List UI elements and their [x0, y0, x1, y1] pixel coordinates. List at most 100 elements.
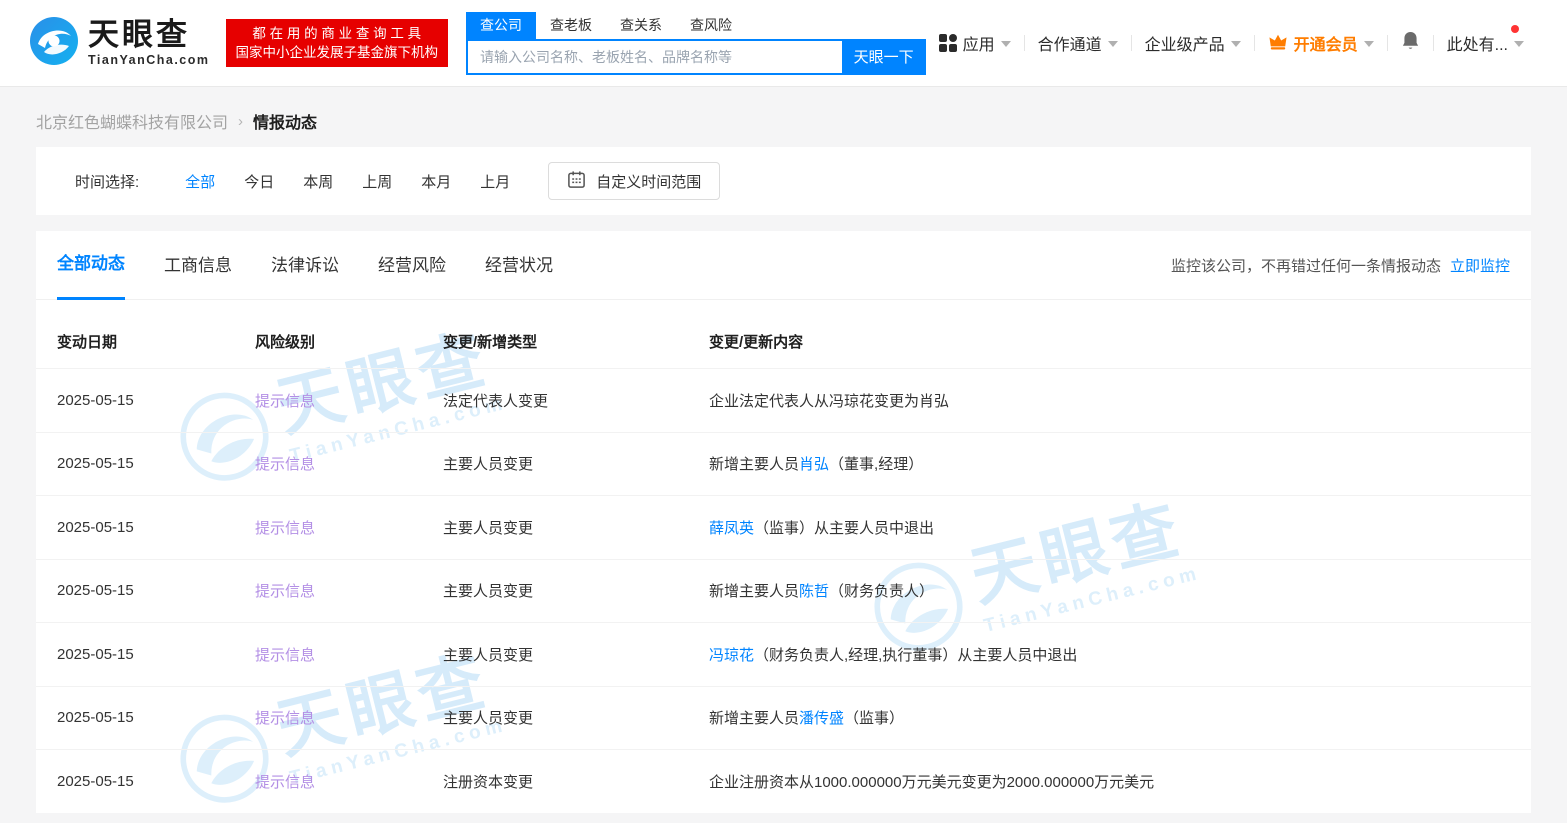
- change-content: 企业注册资本从1000.000000万元美元变更为2000.000000万元美元: [709, 771, 1510, 792]
- tab-operating-risk[interactable]: 经营风险: [378, 231, 446, 300]
- risk-level-tag[interactable]: 提示信息: [255, 710, 315, 727]
- search-tab-relation[interactable]: 查关系: [606, 12, 676, 39]
- person-link[interactable]: 薛凤英: [709, 520, 754, 537]
- bell-icon: [1401, 30, 1420, 56]
- search-tab-boss[interactable]: 查老板: [536, 12, 606, 39]
- change-date: 2025-05-15: [57, 646, 255, 663]
- person-link[interactable]: 冯琼花: [709, 647, 754, 664]
- tianyancha-logo[interactable]: 天眼查 TianYanCha.com: [30, 17, 210, 70]
- nav-enterprise[interactable]: 企业级产品: [1132, 31, 1254, 55]
- change-type: 主要人员变更: [443, 707, 709, 728]
- custom-date-range-button[interactable]: 自定义时间范围: [548, 162, 720, 200]
- person-link[interactable]: 肖弘: [799, 456, 829, 473]
- search-area: 查公司 查老板 查关系 查风险 天眼一下: [466, 12, 926, 75]
- top-bar: 天眼查 TianYanCha.com 都 在 用 的 商 业 查 询 工 具 国…: [0, 0, 1567, 87]
- slogan-line1: 都 在 用 的 商 业 查 询 工 具: [236, 24, 439, 43]
- risk-level-tag[interactable]: 提示信息: [255, 393, 315, 410]
- change-type: 主要人员变更: [443, 453, 709, 474]
- change-content: 新增主要人员潘传盛（监事）: [709, 707, 1510, 728]
- slogan-line2: 国家中小企业发展子基金旗下机构: [236, 43, 439, 62]
- time-option-today[interactable]: 今日: [244, 171, 274, 192]
- risk-level-tag[interactable]: 提示信息: [255, 583, 315, 600]
- table-header: 变动日期 风险级别 变更/新增类型 变更/更新内容: [36, 314, 1531, 368]
- person-link[interactable]: 陈哲: [799, 583, 829, 600]
- activity-card: 天眼查 TianYanCha.com 天眼查 TianYanCha.com 天眼…: [36, 231, 1531, 813]
- tab-all-activity[interactable]: 全部动态: [57, 231, 125, 300]
- time-option-last-week[interactable]: 上周: [362, 171, 392, 192]
- slogan-badge: 都 在 用 的 商 业 查 询 工 具 国家中小企业发展子基金旗下机构: [226, 19, 449, 67]
- person-link[interactable]: 潘传盛: [799, 710, 844, 727]
- table-row: 2025-05-15 提示信息 主要人员变更 冯琼花（财务负责人,经理,执行董事…: [36, 622, 1531, 686]
- change-date: 2025-05-15: [57, 773, 255, 790]
- header-risk-level: 风险级别: [255, 331, 443, 352]
- nav-partner[interactable]: 合作通道: [1025, 31, 1131, 55]
- risk-level-tag[interactable]: 提示信息: [255, 520, 315, 537]
- header-change-content: 变更/更新内容: [709, 331, 1510, 352]
- search-tabs: 查公司 查老板 查关系 查风险: [466, 12, 926, 39]
- nav-apps[interactable]: 应用: [926, 31, 1024, 55]
- nav-enterprise-label: 企业级产品: [1145, 31, 1225, 55]
- chevron-down-icon: [1108, 41, 1118, 47]
- change-type: 主要人员变更: [443, 517, 709, 538]
- table-row: 2025-05-15 提示信息 主要人员变更 新增主要人员潘传盛（监事）: [36, 686, 1531, 750]
- chevron-down-icon: [1231, 41, 1241, 47]
- nav-more[interactable]: 此处有...: [1434, 31, 1537, 55]
- chevron-down-icon: [1001, 41, 1011, 47]
- header-change-type: 变更/新增类型: [443, 331, 709, 352]
- notification-dot: [1511, 25, 1519, 33]
- nav-vip[interactable]: 开通会员: [1255, 31, 1387, 55]
- breadcrumb-separator: ›: [238, 113, 243, 130]
- change-date: 2025-05-15: [57, 455, 255, 472]
- time-option-this-month[interactable]: 本月: [421, 171, 451, 192]
- change-type: 注册资本变更: [443, 771, 709, 792]
- chevron-down-icon: [1514, 41, 1524, 47]
- change-date: 2025-05-15: [57, 582, 255, 599]
- tianyancha-swirl-icon: [30, 17, 78, 70]
- change-date: 2025-05-15: [57, 709, 255, 726]
- monitor-now-link[interactable]: 立即监控: [1450, 255, 1510, 276]
- tab-legal[interactable]: 法律诉讼: [271, 231, 339, 300]
- breadcrumb-company-link[interactable]: 北京红色蝴蝶科技有限公司: [36, 109, 228, 133]
- page-title: 情报动态: [253, 109, 317, 133]
- risk-level-tag[interactable]: 提示信息: [255, 774, 315, 791]
- table-row: 2025-05-15 提示信息 主要人员变更 新增主要人员肖弘（董事,经理）: [36, 432, 1531, 496]
- change-type: 主要人员变更: [443, 580, 709, 601]
- nav-notifications[interactable]: [1388, 30, 1433, 56]
- change-type: 主要人员变更: [443, 644, 709, 665]
- table-row: 2025-05-15 提示信息 主要人员变更 薛凤英（监事）从主要人员中退出: [36, 495, 1531, 559]
- time-option-this-week[interactable]: 本周: [303, 171, 333, 192]
- category-tabs: 全部动态 工商信息 法律诉讼 经营风险 经营状况 监控该公司，不再错过任何一条情…: [36, 231, 1531, 300]
- change-content: 薛凤英（监事）从主要人员中退出: [709, 517, 1510, 538]
- change-date: 2025-05-15: [57, 392, 255, 409]
- table-row: 2025-05-15 提示信息 法定代表人变更 企业法定代表人从冯琼花变更为肖弘: [36, 368, 1531, 432]
- time-option-last-month[interactable]: 上月: [480, 171, 510, 192]
- time-filter-options: 全部 今日 本周 上周 本月 上月: [185, 171, 510, 192]
- custom-range-label: 自定义时间范围: [596, 171, 701, 192]
- apps-grid-icon: [939, 34, 957, 52]
- search-input[interactable]: [466, 39, 842, 75]
- nav-apps-label: 应用: [963, 31, 995, 55]
- brand-domain: TianYanCha.com: [88, 53, 210, 67]
- search-tab-company[interactable]: 查公司: [466, 12, 536, 39]
- nav-more-label: 此处有...: [1447, 31, 1508, 55]
- change-content: 企业法定代表人从冯琼花变更为肖弘: [709, 390, 1510, 411]
- time-option-all[interactable]: 全部: [185, 171, 215, 192]
- crown-icon: [1268, 32, 1288, 55]
- nav-vip-label: 开通会员: [1294, 31, 1358, 55]
- chevron-down-icon: [1364, 41, 1374, 47]
- header-change-date: 变动日期: [57, 331, 255, 352]
- change-date: 2025-05-15: [57, 519, 255, 536]
- risk-level-tag[interactable]: 提示信息: [255, 647, 315, 664]
- change-content: 冯琼花（财务负责人,经理,执行董事）从主要人员中退出: [709, 644, 1510, 665]
- breadcrumb: 北京红色蝴蝶科技有限公司 › 情报动态: [36, 109, 1531, 133]
- change-content: 新增主要人员陈哲（财务负责人）: [709, 580, 1510, 601]
- calendar-icon: [567, 170, 586, 193]
- search-tab-risk[interactable]: 查风险: [676, 12, 746, 39]
- search-button[interactable]: 天眼一下: [842, 39, 926, 75]
- tab-operating-status[interactable]: 经营状况: [485, 231, 553, 300]
- change-content: 新增主要人员肖弘（董事,经理）: [709, 453, 1510, 474]
- tab-business-info[interactable]: 工商信息: [164, 231, 232, 300]
- table-row: 2025-05-15 提示信息 主要人员变更 新增主要人员陈哲（财务负责人）: [36, 559, 1531, 623]
- top-nav: 应用 合作通道 企业级产品 开通会员: [926, 30, 1537, 56]
- risk-level-tag[interactable]: 提示信息: [255, 456, 315, 473]
